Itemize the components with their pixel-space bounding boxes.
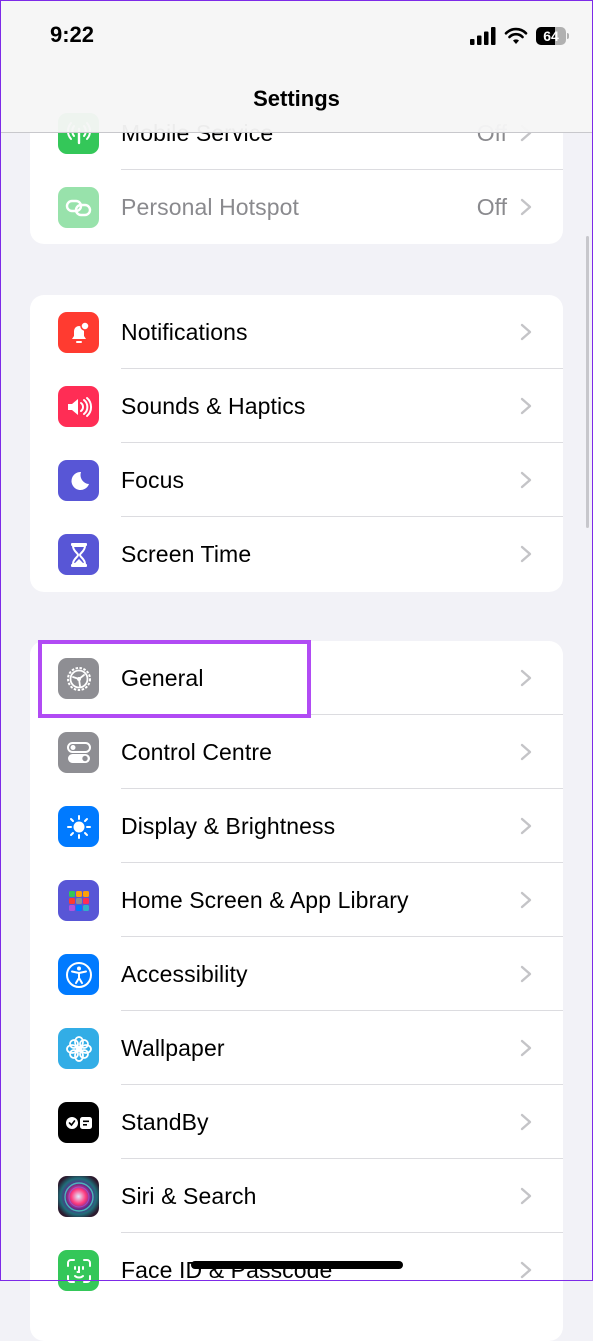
chevron-right-icon [520,545,532,563]
row-label: Face ID & Passcode [121,1257,333,1283]
chevron-right-icon [520,323,532,341]
row-face-id[interactable]: Face ID & Passcode [30,1233,563,1307]
chevron-right-icon [520,891,532,909]
row-personal-hotspot[interactable]: Personal Hotspot Off [30,170,563,244]
accessibility-icon [58,954,99,995]
chevron-right-icon [520,669,532,687]
chevron-right-icon [520,743,532,761]
row-label: Display & Brightness [121,813,336,839]
row-wallpaper[interactable]: Wallpaper [30,1011,563,1085]
chevron-right-icon [520,198,532,216]
group-notifications: Notifications Sounds & Haptics Focus Scr… [30,295,563,592]
row-label: Home Screen & App Library [121,887,409,913]
link-icon [58,187,99,228]
row-label: Sounds & Haptics [121,393,306,419]
standby-icon [58,1102,99,1143]
hourglass-icon [58,534,99,575]
group-general: General Control Centre Display & Brightn… [30,641,563,1341]
toggles-icon [58,732,99,773]
home-indicator[interactable] [191,1261,403,1269]
row-siri-search[interactable]: Siri & Search [30,1159,563,1233]
battery-tip [567,33,569,39]
row-display-brightness[interactable]: Display & Brightness [30,789,563,863]
moon-icon [58,460,99,501]
row-screen-time[interactable]: Screen Time [30,517,563,591]
chevron-right-icon [520,471,532,489]
speaker-icon [58,386,99,427]
row-value: Off [476,194,507,220]
chevron-right-icon [520,1187,532,1205]
row-label: Siri & Search [121,1183,257,1209]
status-icons: 64 [470,26,569,46]
settings-list[interactable]: Mobile Service Off Personal Hotspot Off … [0,0,593,1341]
app-grid-icon [58,880,99,921]
row-label: Focus [121,467,185,493]
row-label: Accessibility [121,961,248,987]
siri-icon [58,1176,99,1217]
page-title: Settings [253,86,340,111]
row-label: StandBy [121,1109,209,1135]
battery-level: 64 [543,28,559,44]
row-label: Wallpaper [121,1035,225,1061]
status-time: 9:22 [50,22,95,47]
chevron-right-icon [520,1039,532,1057]
row-focus[interactable]: Focus [30,443,563,517]
navigation-bar: 9:22 64 Settings [0,0,593,133]
chevron-right-icon [520,965,532,983]
chevron-right-icon [520,1261,532,1279]
row-label: Control Centre [121,739,272,765]
row-home-screen[interactable]: Home Screen & App Library [30,863,563,937]
wifi-icon [504,27,528,44]
row-notifications[interactable]: Notifications [30,295,563,369]
chevron-right-icon [520,1113,532,1131]
row-label: Personal Hotspot [121,194,300,220]
face-id-icon [58,1250,99,1291]
battery-icon: 64 [536,27,566,45]
chevron-right-icon [520,397,532,415]
row-label: Screen Time [121,541,252,567]
row-standby[interactable]: StandBy [30,1085,563,1159]
row-control-centre[interactable]: Control Centre [30,715,563,789]
bell-icon [58,312,99,353]
sun-icon [58,806,99,847]
highlight-box [38,640,311,718]
row-accessibility[interactable]: Accessibility [30,937,563,1011]
chevron-right-icon [520,817,532,835]
row-sounds-haptics[interactable]: Sounds & Haptics [30,369,563,443]
cellular-signal-icon [470,27,496,45]
row-label: Notifications [121,319,248,345]
scrollbar[interactable] [586,236,589,528]
flower-icon [58,1028,99,1069]
